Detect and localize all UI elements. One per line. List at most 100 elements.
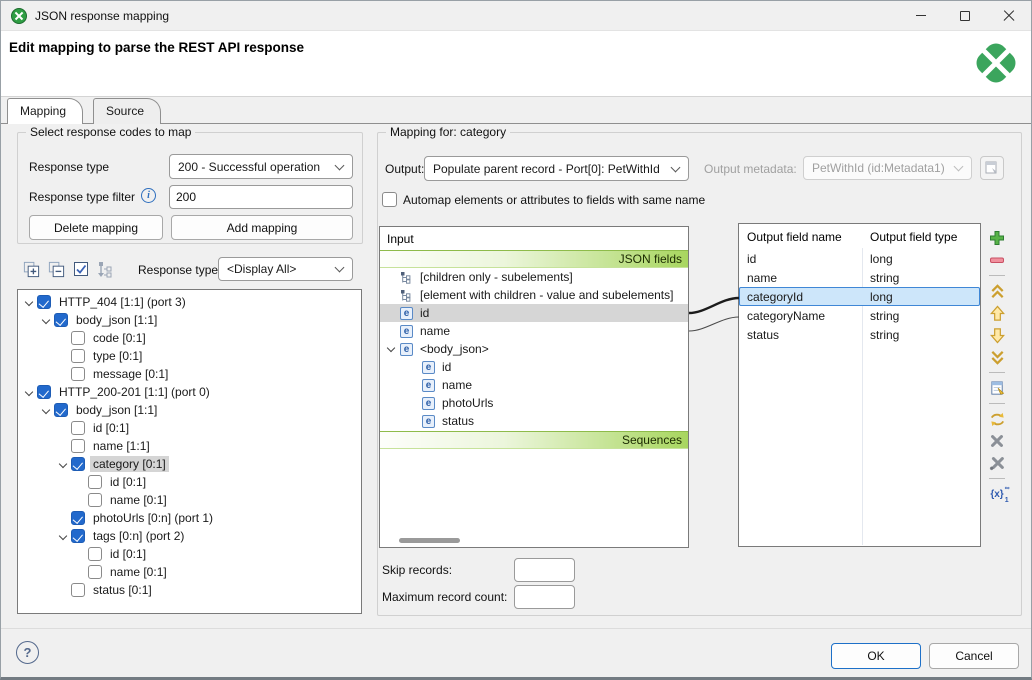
- checkbox-unchecked[interactable]: [88, 475, 102, 489]
- checkbox-unchecked[interactable]: [71, 349, 85, 363]
- max-record-count-input[interactable]: [514, 585, 575, 609]
- display-filter-select[interactable]: <Display All>: [218, 257, 353, 281]
- input-item[interactable]: e id: [380, 358, 688, 376]
- tree-item[interactable]: name [0:1]: [18, 563, 361, 581]
- move-up-button[interactable]: [988, 304, 1006, 322]
- input-item[interactable]: [children only - subelements]: [380, 268, 688, 286]
- tree-item[interactable]: HTTP_200-201 [1:1] (port 0): [18, 383, 361, 401]
- chevron-down-icon[interactable]: [384, 341, 399, 356]
- check-selected-button[interactable]: [70, 258, 92, 280]
- add-field-button[interactable]: [988, 229, 1006, 247]
- checkbox-unchecked[interactable]: [71, 439, 85, 453]
- input-panel[interactable]: Input JSON fields [children only - subel…: [379, 226, 689, 548]
- expand-all-button[interactable]: [20, 258, 42, 280]
- automap-checkbox[interactable]: [382, 192, 397, 207]
- tree-item[interactable]: code [0:1]: [18, 329, 361, 347]
- chevron-down-icon[interactable]: [39, 313, 54, 328]
- delete-mapping-button[interactable]: Delete mapping: [29, 215, 163, 240]
- tab-mapping[interactable]: Mapping: [7, 98, 83, 124]
- edit-record-button[interactable]: [988, 379, 1006, 397]
- expand-all-icon: [22, 260, 41, 279]
- checkbox-unchecked[interactable]: [88, 547, 102, 561]
- move-top-button[interactable]: [988, 282, 1006, 300]
- chevron-down-icon[interactable]: [56, 529, 71, 544]
- input-panel-title: Input: [380, 227, 688, 250]
- remove-field-button[interactable]: [988, 251, 1006, 269]
- tree-item[interactable]: tags [0:n] (port 2): [18, 527, 361, 545]
- checkbox-unchecked[interactable]: [88, 565, 102, 579]
- input-item[interactable]: e photoUrls: [380, 394, 688, 412]
- clear-mapping-button[interactable]: [988, 432, 1006, 450]
- tree-item[interactable]: name [1:1]: [18, 437, 361, 455]
- response-type-filter-input[interactable]: [169, 185, 353, 209]
- info-icon[interactable]: i: [141, 188, 156, 203]
- table-row-selected[interactable]: categoryId long: [739, 287, 980, 306]
- skip-records-input[interactable]: [514, 558, 575, 582]
- automap-button[interactable]: [988, 410, 1006, 428]
- checkbox-unchecked[interactable]: [71, 367, 85, 381]
- chevron-down-icon[interactable]: [22, 385, 37, 400]
- maximize-button[interactable]: [943, 1, 987, 31]
- help-button[interactable]: ?: [16, 641, 39, 664]
- checkbox-unchecked[interactable]: [71, 583, 85, 597]
- checkbox-unchecked[interactable]: [71, 331, 85, 345]
- tree-item[interactable]: status [0:1]: [18, 581, 361, 599]
- checkbox-unchecked[interactable]: [88, 493, 102, 507]
- minimize-button[interactable]: [899, 1, 943, 31]
- tree-item[interactable]: body_json [1:1]: [18, 401, 361, 419]
- checkbox-checked[interactable]: [71, 529, 85, 543]
- input-item[interactable]: [element with children - value and subel…: [380, 286, 688, 304]
- edit-metadata-button: [980, 156, 1004, 180]
- divider: [989, 372, 1005, 373]
- input-item[interactable]: e name: [380, 376, 688, 394]
- tree-item[interactable]: message [0:1]: [18, 365, 361, 383]
- collapse-all-button[interactable]: [45, 258, 67, 280]
- tab-source[interactable]: Source: [93, 98, 161, 124]
- checkbox-checked[interactable]: [37, 385, 51, 399]
- ok-button[interactable]: OK: [831, 643, 921, 669]
- close-icon: [1003, 10, 1015, 22]
- tree-item[interactable]: photoUrls [0:n] (port 1): [18, 509, 361, 527]
- chevron-down-icon[interactable]: [56, 457, 71, 472]
- table-row[interactable]: categoryName string: [739, 306, 980, 325]
- tree-item[interactable]: body_json [1:1]: [18, 311, 361, 329]
- checkbox-checked[interactable]: [37, 295, 51, 309]
- checkbox-checked[interactable]: [54, 313, 68, 327]
- table-row[interactable]: name string: [739, 268, 980, 287]
- close-button[interactable]: [987, 1, 1031, 31]
- checkbox-checked[interactable]: [71, 511, 85, 525]
- checkbox-checked[interactable]: [71, 457, 85, 471]
- move-down-button[interactable]: [988, 326, 1006, 344]
- tree-item[interactable]: type [0:1]: [18, 347, 361, 365]
- tree-item-selected[interactable]: category [0:1]: [18, 455, 361, 473]
- input-item[interactable]: e status: [380, 412, 688, 430]
- xpath-expression-button[interactable]: {x}∞1: [988, 485, 1006, 503]
- cloverdx-logo-icon: [972, 39, 1020, 90]
- table-row[interactable]: id long: [739, 249, 980, 268]
- input-item[interactable]: e name: [380, 322, 688, 340]
- clear-all-mappings-button[interactable]: [988, 454, 1006, 472]
- arrow-up-icon: [989, 305, 1006, 322]
- tree-item[interactable]: HTTP_404 [1:1] (port 3): [18, 293, 361, 311]
- tree-item[interactable]: id [0:1]: [18, 473, 361, 491]
- group-title: Mapping for: category: [386, 125, 510, 139]
- horizontal-scrollbar[interactable]: [399, 538, 460, 543]
- input-item-selected[interactable]: e id: [380, 304, 688, 322]
- chevron-down-icon[interactable]: [39, 403, 54, 418]
- move-bottom-button[interactable]: [988, 348, 1006, 366]
- response-type-select[interactable]: 200 - Successful operation: [169, 154, 353, 179]
- tree-item[interactable]: name [0:1]: [18, 491, 361, 509]
- table-row[interactable]: status string: [739, 325, 980, 344]
- output-select[interactable]: Populate parent record - Port[0]: PetWit…: [424, 156, 689, 181]
- tree-item[interactable]: id [0:1]: [18, 419, 361, 437]
- chevron-down-icon[interactable]: [22, 295, 37, 310]
- add-mapping-button[interactable]: Add mapping: [171, 215, 353, 240]
- response-tree[interactable]: HTTP_404 [1:1] (port 3) body_json [1:1] …: [17, 289, 362, 614]
- checkbox-unchecked[interactable]: [71, 421, 85, 435]
- cancel-button[interactable]: Cancel: [929, 643, 1019, 669]
- checkbox-checked[interactable]: [54, 403, 68, 417]
- tree-order-button[interactable]: [94, 258, 116, 280]
- tree-item[interactable]: id [0:1]: [18, 545, 361, 563]
- output-fields-table[interactable]: Output field name Output field type id l…: [738, 223, 981, 547]
- input-item[interactable]: e <body_json>: [380, 340, 688, 358]
